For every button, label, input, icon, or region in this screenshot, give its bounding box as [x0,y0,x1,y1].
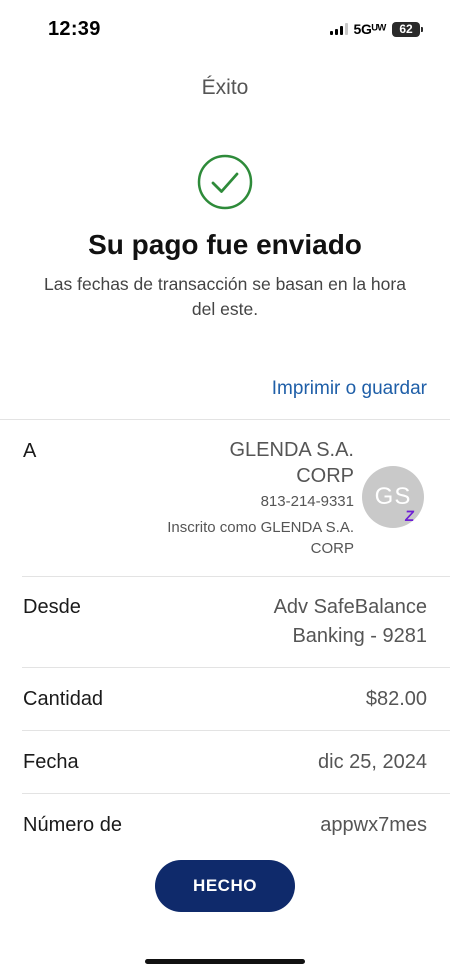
battery-icon: 62 [392,21,423,37]
divider [22,793,450,794]
divider [0,419,450,420]
check-circle-icon [197,154,253,210]
to-label: A [23,440,37,462]
from-label: Desde [23,596,81,618]
recipient-phone: 813-214-9331 [260,493,354,510]
recipient-enrolled-as: Inscrito como GLENDA S.A. CORP [167,519,354,557]
print-or-save-link[interactable]: Imprimir o guardar [272,378,427,400]
amount-value: $82.00 [365,688,427,710]
network-label: 5Gᵁᵂ [353,21,387,37]
divider [22,576,450,577]
date-label: Fecha [23,751,79,773]
confirmation-title: Su pago fue enviado [88,229,362,260]
divider [22,667,450,668]
page-title: Éxito [201,76,249,99]
divider [22,730,450,731]
confirmation-number-value: appwx7mes [320,814,427,836]
confirmation-number-label: Número de [23,814,122,836]
status-time: 12:39 [48,18,101,40]
confirmation-subtitle: Las fechas de transacción se basan en la… [44,274,406,319]
from-account-value: Adv SafeBalance Banking - 9281 [273,596,427,647]
date-value: dic 25, 2024 [318,751,427,773]
home-indicator[interactable] [145,959,305,964]
recipient-name: GLENDA S.A. CORP [229,439,355,487]
avatar: GS [362,466,424,528]
status-indicators: 5Gᵁᵂ 62 [329,21,423,37]
signal-icon [329,23,348,35]
done-button[interactable]: HECHO [155,860,295,912]
amount-label: Cantidad [23,688,104,710]
zelle-badge-icon: Z [403,508,416,525]
